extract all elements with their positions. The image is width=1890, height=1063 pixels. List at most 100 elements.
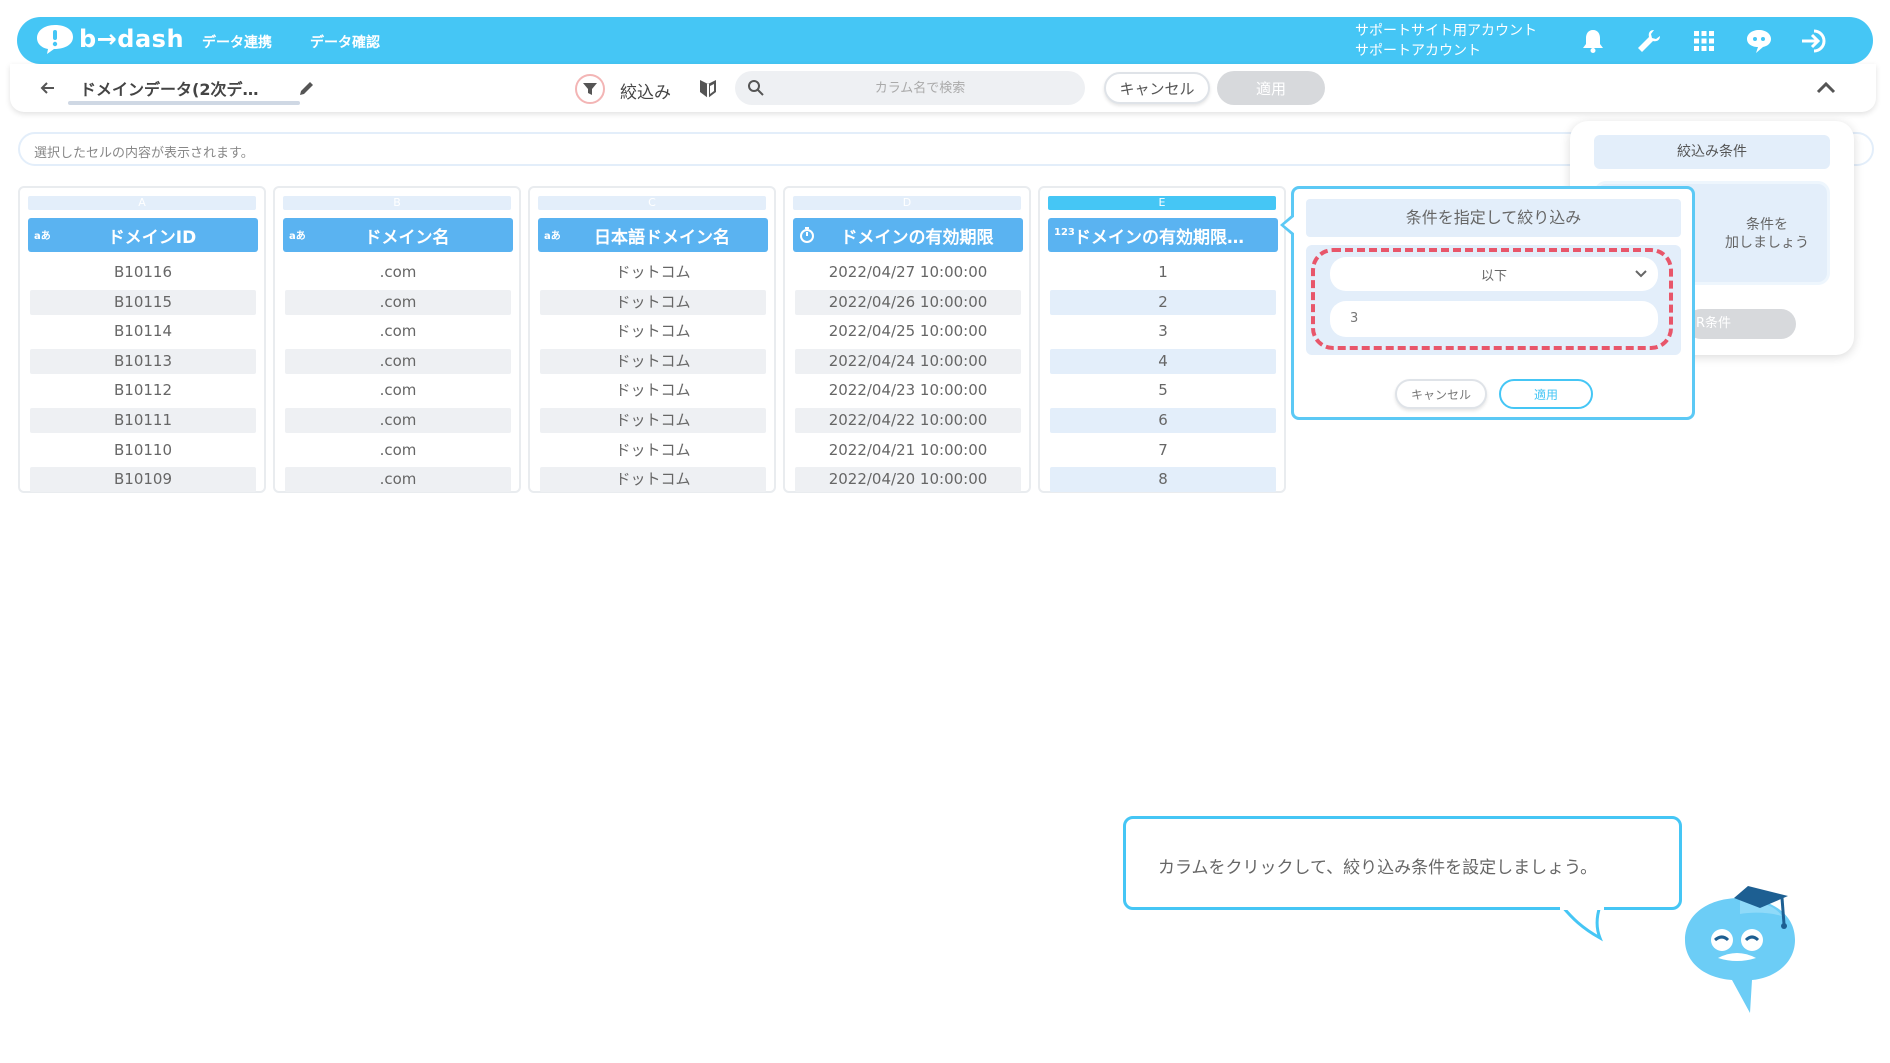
nav-data-integration[interactable]: データ連携 (202, 32, 272, 52)
table-cell: ドットコム (540, 407, 766, 433)
account-name: サポートアカウント (1355, 43, 1481, 59)
table-row[interactable]: B10109 (28, 467, 258, 497)
column-search-box (735, 71, 1085, 105)
column-name: ドメイン名 (364, 227, 450, 248)
back-arrow-icon[interactable] (38, 78, 58, 98)
table-row[interactable]: .com (283, 438, 513, 468)
column-header[interactable]: aあ 日本語ドメイン名 (538, 218, 768, 252)
table-row[interactable]: B10112 (28, 378, 258, 408)
app-logo[interactable]: b→dash (35, 23, 184, 55)
table-row[interactable]: B10113 (28, 348, 258, 379)
column-header[interactable]: 123 ドメインの有効期限… (1048, 218, 1278, 252)
table-cell: .com (379, 322, 417, 341)
table-cell: B10114 (113, 322, 172, 341)
table-row[interactable]: .com (283, 467, 513, 497)
table-row[interactable]: 7 (1048, 438, 1278, 468)
table-row[interactable]: .com (283, 260, 513, 290)
filter-label[interactable]: 絞込み (620, 78, 671, 103)
operator-select[interactable]: 以下 (1330, 257, 1658, 291)
table-row[interactable]: ドットコム (538, 467, 768, 497)
table-row[interactable]: B10116 (28, 260, 258, 290)
filter-funnel-icon[interactable] (575, 74, 605, 104)
column-header[interactable]: ドメインの有効期限 (793, 218, 1023, 252)
condition-cancel-button[interactable]: キャンセル (1395, 379, 1487, 409)
table-row[interactable]: ドットコム (538, 260, 768, 290)
table-cell: ドットコム (615, 381, 691, 400)
table-cell: ドットコム (540, 467, 766, 493)
table-row[interactable]: B10115 (28, 289, 258, 320)
table-row[interactable]: 3 (1048, 319, 1278, 349)
add-condition-text-2: 加しましょう (1725, 235, 1809, 251)
table-row[interactable]: .com (283, 289, 513, 320)
table-row[interactable]: B10110 (28, 438, 258, 468)
logout-icon[interactable] (1799, 25, 1831, 57)
table-row[interactable]: 2022/04/26 10:00:00 (793, 289, 1023, 320)
data-title[interactable]: ドメインデータ(2次デ… (80, 76, 258, 100)
table-row[interactable]: B10111 (28, 407, 258, 438)
table-row[interactable]: 5 (1048, 378, 1278, 408)
table-row[interactable]: 2022/04/25 10:00:00 (793, 319, 1023, 349)
table-row[interactable]: ドットコム (538, 319, 768, 349)
table-row[interactable]: 2 (1048, 289, 1278, 320)
mascot-character-icon (1685, 886, 1795, 1013)
apps-grid-icon[interactable] (1688, 25, 1720, 57)
table-row[interactable]: .com (283, 378, 513, 408)
account-info[interactable]: サポートサイト用アカウント サポートアカウント (1355, 21, 1537, 61)
table-cell: B10113 (30, 348, 256, 374)
table-row[interactable]: 2022/04/20 10:00:00 (793, 467, 1023, 497)
table-cell: 2022/04/24 10:00:00 (795, 348, 1021, 374)
table-row[interactable]: B10114 (28, 319, 258, 349)
table-cell: .com (285, 348, 511, 374)
table-row[interactable]: 4 (1048, 348, 1278, 379)
logo-bubble-icon (37, 25, 73, 54)
table-cell: ドットコム (615, 263, 691, 281)
table-row[interactable]: ドットコム (538, 378, 768, 408)
column-header[interactable]: aあ ドメインID (28, 218, 258, 252)
table-cell: .com (285, 289, 511, 315)
clock-icon (800, 227, 814, 243)
pencil-icon[interactable] (297, 78, 317, 98)
table-cell: 8 (1050, 467, 1276, 493)
condition-apply-button[interactable]: 適用 (1499, 379, 1593, 409)
column-search-input[interactable] (775, 71, 1065, 105)
table-row[interactable]: ドットコム (538, 348, 768, 379)
table-cell: 2022/04/26 10:00:00 (795, 289, 1021, 315)
table-row[interactable]: .com (283, 407, 513, 438)
or-condition-button[interactable]: R条件 (1686, 309, 1796, 339)
table-row[interactable]: ドットコム (538, 407, 768, 438)
table-row[interactable]: ドットコム (538, 289, 768, 320)
cancel-button[interactable]: キャンセル (1104, 72, 1210, 104)
apply-button[interactable]: 適用 (1217, 71, 1325, 105)
title-underline (68, 101, 300, 105)
table-row[interactable]: 6 (1048, 407, 1278, 438)
beginner-mark-icon[interactable] (696, 76, 720, 100)
wrench-icon[interactable] (1633, 25, 1665, 57)
table-row[interactable]: .com (283, 348, 513, 379)
column-b[interactable]: B aあ ドメイン名 .com .com .com .com .com .com… (273, 186, 521, 493)
column-name: ドメインの有効期限 (840, 227, 994, 248)
tip-bubble-tail (1560, 906, 1604, 942)
table-row[interactable]: 2022/04/24 10:00:00 (793, 348, 1023, 379)
mascot-chat-icon[interactable] (1743, 25, 1775, 57)
table-row[interactable]: 8 (1048, 467, 1278, 497)
column-e[interactable]: E 123 ドメインの有効期限… 1 2 3 4 5 6 7 8 (1038, 186, 1286, 493)
table-row[interactable]: 2022/04/22 10:00:00 (793, 407, 1023, 438)
condition-value-input[interactable]: 3 (1330, 301, 1658, 337)
table-row[interactable]: ドットコム (538, 438, 768, 468)
table-row[interactable]: 1 (1048, 260, 1278, 290)
nav-data-check[interactable]: データ確認 (310, 32, 380, 52)
table-cell: ドットコム (540, 348, 766, 374)
table-row[interactable]: 2022/04/21 10:00:00 (793, 438, 1023, 468)
table-row[interactable]: 2022/04/27 10:00:00 (793, 260, 1023, 290)
table-cell: .com (379, 381, 417, 400)
chevron-up-icon[interactable] (1814, 76, 1838, 100)
bell-icon[interactable] (1577, 25, 1609, 57)
table-row[interactable]: 2022/04/23 10:00:00 (793, 378, 1023, 408)
column-a[interactable]: A aあ ドメインID B10116 B10115 B10114 B10113 … (18, 186, 266, 493)
column-c[interactable]: C aあ 日本語ドメイン名 ドットコム ドットコム ドットコム ドットコム ドッ… (528, 186, 776, 493)
condition-input-area: 以下 3 (1306, 245, 1681, 355)
table-cell: B10115 (30, 289, 256, 315)
table-row[interactable]: .com (283, 319, 513, 349)
column-d[interactable]: D ドメインの有効期限 2022/04/27 10:00:00 2022/04/… (783, 186, 1031, 493)
column-header[interactable]: aあ ドメイン名 (283, 218, 513, 252)
